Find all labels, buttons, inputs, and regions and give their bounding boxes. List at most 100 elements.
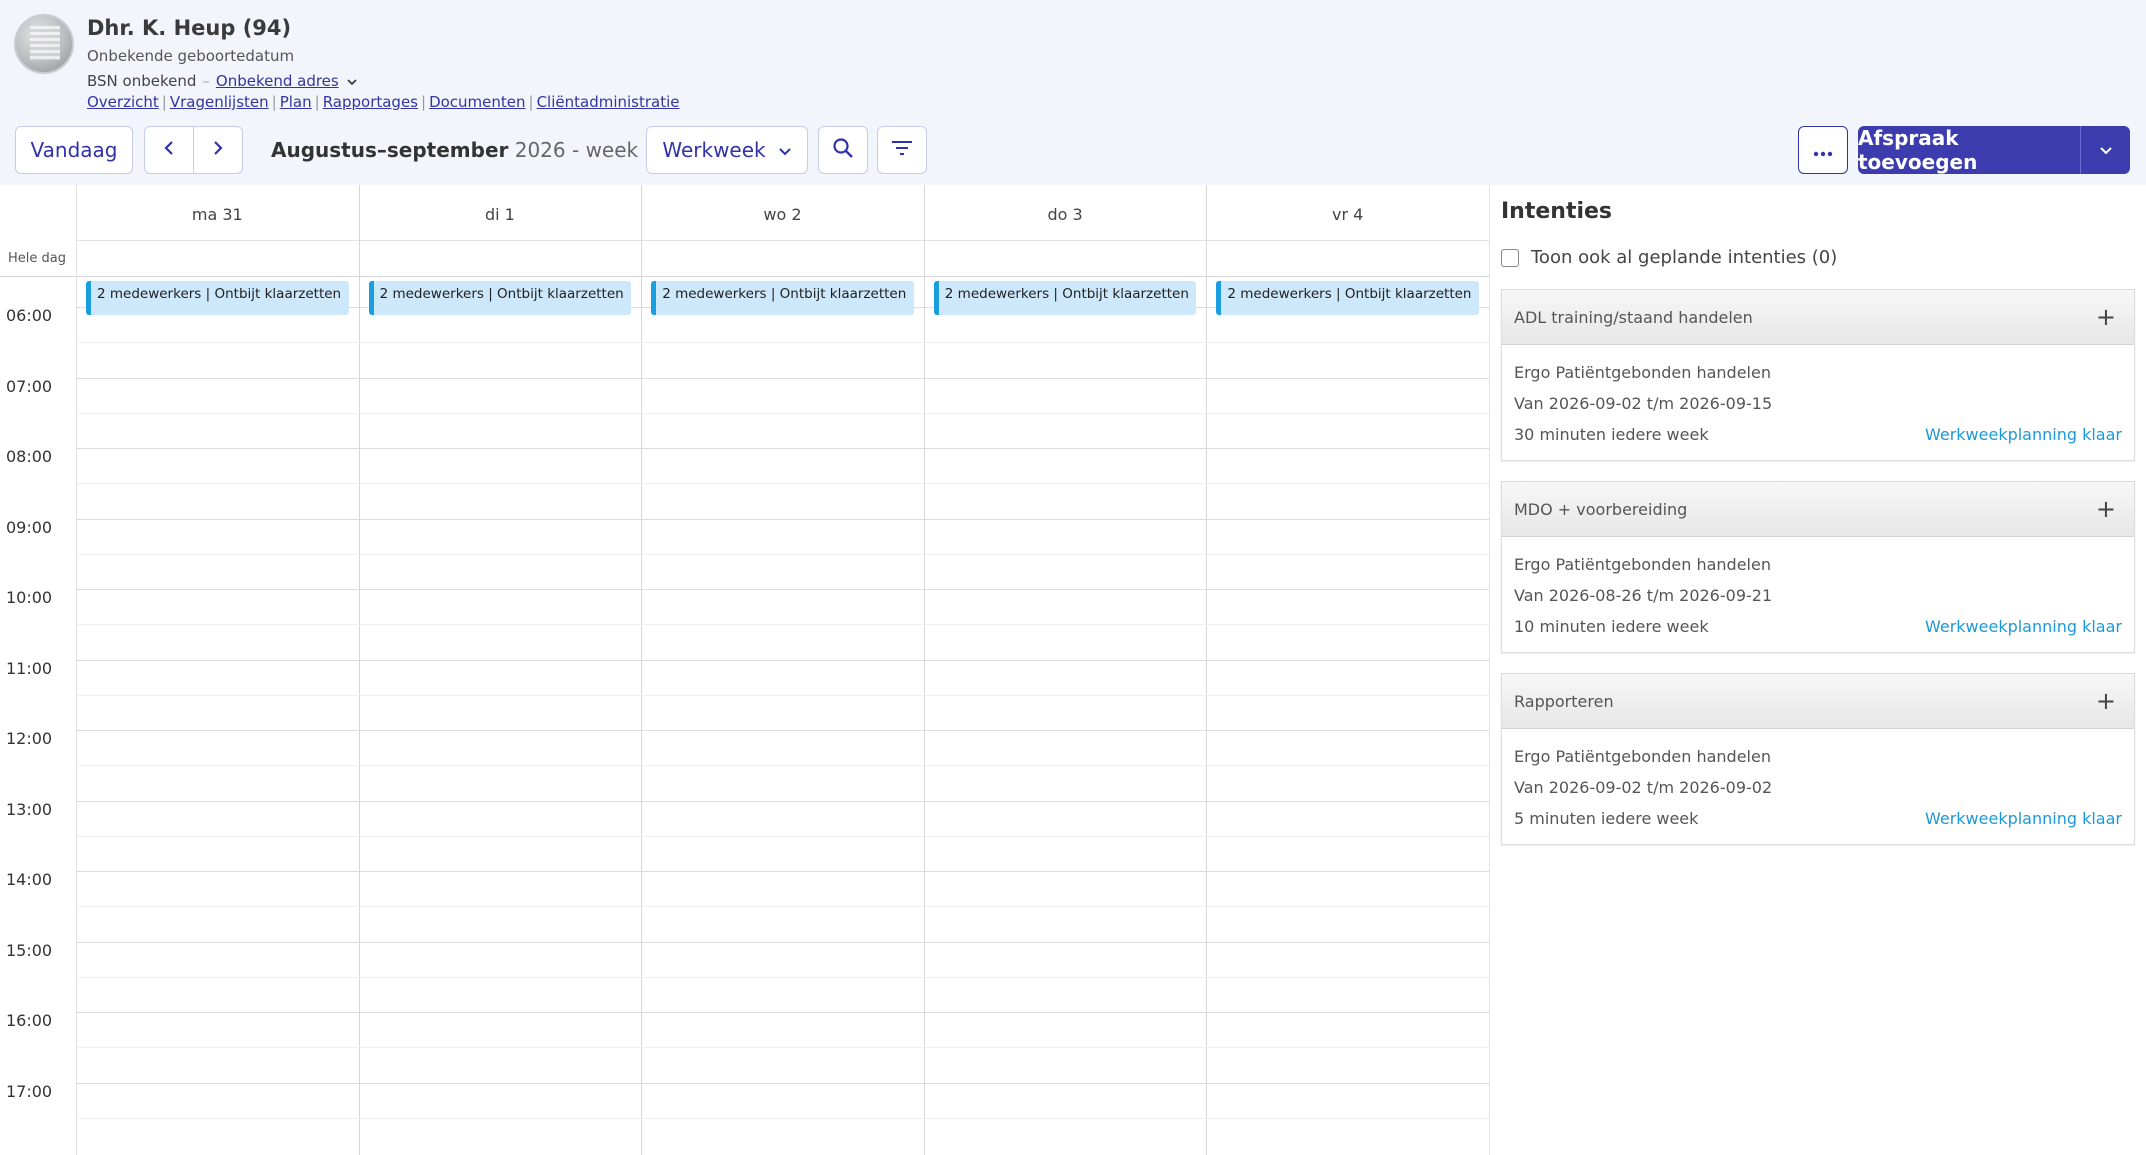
chevron-down-icon <box>2099 141 2113 160</box>
calendar-event[interactable]: 2 medewerkers | Ontbijt klaarzetten <box>368 281 632 315</box>
add-appointment-button[interactable]: Afspraak toevoegen <box>1858 126 2080 174</box>
show-planned-label: Toon ook al geplande intenties (0) <box>1531 247 1838 268</box>
plus-icon[interactable]: + <box>2096 495 2116 523</box>
hour-line <box>76 589 1489 590</box>
panel-title: Intenties <box>1501 199 1613 224</box>
intentie-card-header[interactable]: Rapporteren + <box>1502 674 2134 729</box>
column-divider <box>923 185 925 1155</box>
chevron-down-icon <box>778 138 792 162</box>
hour-label: 11:00 <box>6 658 53 678</box>
hour-label: 08:00 <box>6 447 53 466</box>
nav-divider: | <box>528 93 534 111</box>
day-header[interactable]: wo 2 <box>641 185 924 240</box>
half-hour-line <box>76 976 1489 978</box>
day-header[interactable]: ma 31 <box>76 185 359 240</box>
hour-label: 15:00 <box>6 940 53 960</box>
intentie-card-header[interactable]: ADL training/staand handelen + <box>1502 290 2134 345</box>
show-planned-checkbox[interactable] <box>1501 248 1519 267</box>
hour-label: 14:00 <box>6 870 53 889</box>
client-address-link[interactable]: Onbekend adres <box>216 72 339 90</box>
hour-line <box>76 730 1489 731</box>
more-options-button[interactable] <box>1798 126 1848 174</box>
intentie-type: Ergo Patiëntgebonden handelen <box>1514 363 1771 382</box>
time-grid[interactable]: 06:00 07:00 08:00 09:00 10:00 11:00 12:00 13:00… <box>0 185 1489 1155</box>
werkweekplanning-klaar-link[interactable]: Werkweekplanning klaar <box>1925 611 2122 642</box>
nav-link-plan[interactable]: Plan <box>280 93 312 111</box>
hour-line <box>76 1082 1489 1084</box>
client-avatar[interactable] <box>14 14 74 74</box>
client-id-row: BSN onbekend – Onbekend adres <box>87 72 357 90</box>
nav-link-overzicht[interactable]: Overzicht <box>87 93 159 111</box>
hour-label: 09:00 <box>6 517 53 537</box>
half-hour-line <box>76 412 1489 414</box>
search-button[interactable] <box>818 126 868 174</box>
half-hour-line <box>76 342 1489 344</box>
intentie-period: Van 2026-09-02 t/m 2026-09-02 <box>1514 778 1773 797</box>
nav-divider: | <box>271 93 277 111</box>
next-period-button[interactable] <box>193 127 242 173</box>
hour-line <box>76 871 1489 872</box>
show-planned-toggle[interactable]: Toon ook al geplande intenties (0) <box>1501 247 1837 268</box>
werkweekplanning-klaar-link[interactable]: Werkweekplanning klaar <box>1925 419 2122 450</box>
period-navigation <box>144 126 243 174</box>
plus-icon[interactable]: + <box>2096 303 2116 331</box>
intentie-card: Rapporteren + Ergo Patiëntgebonden handele… <box>1501 673 2135 845</box>
nav-link-documenten[interactable]: Documenten <box>429 93 525 111</box>
intentie-card-header[interactable]: MDO + voorbereiding + <box>1502 482 2134 537</box>
hour-label: 17:00 <box>6 1081 53 1101</box>
filter-icon <box>891 138 913 162</box>
half-hour-line <box>76 553 1489 555</box>
nav-link-clientadministratie[interactable]: Cliëntadministratie <box>537 93 680 111</box>
column-divider <box>358 185 360 1155</box>
werkweekplanning-klaar-link[interactable]: Werkweekplanning klaar <box>1925 803 2122 834</box>
hour-line <box>76 1012 1489 1013</box>
intentie-type: Ergo Patiëntgebonden handelen <box>1514 555 1771 574</box>
calendar-event[interactable]: 2 medewerkers | Ontbijt klaarzetten <box>86 281 349 315</box>
day-header[interactable]: do 3 <box>924 185 1207 240</box>
intentie-title: Rapporteren <box>1514 691 1614 711</box>
client-nav: Overzicht | Vragenlijsten | Plan | Rapportages… <box>87 93 680 111</box>
intentie-title: MDO + voorbereiding <box>1514 499 1688 519</box>
today-button[interactable]: Vandaag <box>15 126 133 174</box>
add-appointment-group: Afspraak toevoegen <box>1858 126 2130 174</box>
intentie-card-body: Ergo Patiëntgebonden handelen Van 2026-09… <box>1502 729 2134 844</box>
add-appointment-dropdown[interactable] <box>2080 126 2130 174</box>
column-divider <box>641 185 643 1155</box>
hour-line <box>76 659 1489 661</box>
calendar-event[interactable]: 2 medewerkers | Ontbijt klaarzetten <box>651 281 914 315</box>
intentie-frequency: 10 minuten iedere week <box>1514 617 1709 636</box>
intenties-panel: Intenties Toon ook al geplande intenties… <box>1489 185 2146 1155</box>
half-hour-line <box>76 1117 1489 1119</box>
plus-icon[interactable]: + <box>2096 687 2116 715</box>
intentie-type: Ergo Patiëntgebonden handelen <box>1514 747 1771 766</box>
day-header[interactable]: di 1 <box>359 185 642 240</box>
day-header[interactable]: vr 4 <box>1206 185 1489 240</box>
hour-label: 07:00 <box>6 376 53 396</box>
chevron-left-icon <box>163 140 175 160</box>
filter-button[interactable] <box>877 126 927 174</box>
day-headers: ma 31 di 1 wo 2 do 3 vr 4 <box>76 185 1489 241</box>
calendar-event[interactable]: 2 medewerkers | Ontbijt klaarzetten <box>933 281 1197 315</box>
nav-divider: | <box>314 93 320 111</box>
all-day-label: Hele dag <box>8 251 66 266</box>
nav-divider: | <box>421 93 427 111</box>
nav-link-rapportages[interactable]: Rapportages <box>323 93 418 111</box>
half-hour-line <box>76 1047 1489 1049</box>
previous-period-button[interactable] <box>145 127 193 173</box>
chevron-right-icon <box>212 140 224 160</box>
calendar-event[interactable]: 2 medewerkers | Ontbijt klaarzetten <box>1216 281 1479 315</box>
intentie-card-body: Ergo Patiëntgebonden handelen Van 2026-09… <box>1502 345 2134 460</box>
column-divider <box>1206 185 1208 1155</box>
intentie-card: MDO + voorbereiding + Ergo Patiëntgebonden… <box>1501 481 2135 653</box>
view-label: Werkweek <box>662 138 766 162</box>
hour-label: 06:00 <box>6 306 53 325</box>
intentie-frequency: 30 minuten iedere week <box>1514 425 1709 444</box>
all-day-row[interactable]: Hele dag <box>0 241 1489 277</box>
separator: – <box>202 72 210 90</box>
intentie-card: ADL training/staand handelen + Ergo Patiën… <box>1501 289 2135 461</box>
view-select-button[interactable]: Werkweek <box>646 126 808 174</box>
intentie-period: Van 2026-09-02 t/m 2026-09-15 <box>1514 394 1773 413</box>
chevron-down-icon[interactable] <box>343 75 357 89</box>
period-months: Augustus–september <box>271 138 509 162</box>
nav-link-vragenlijsten[interactable]: Vragenlijsten <box>170 93 269 111</box>
